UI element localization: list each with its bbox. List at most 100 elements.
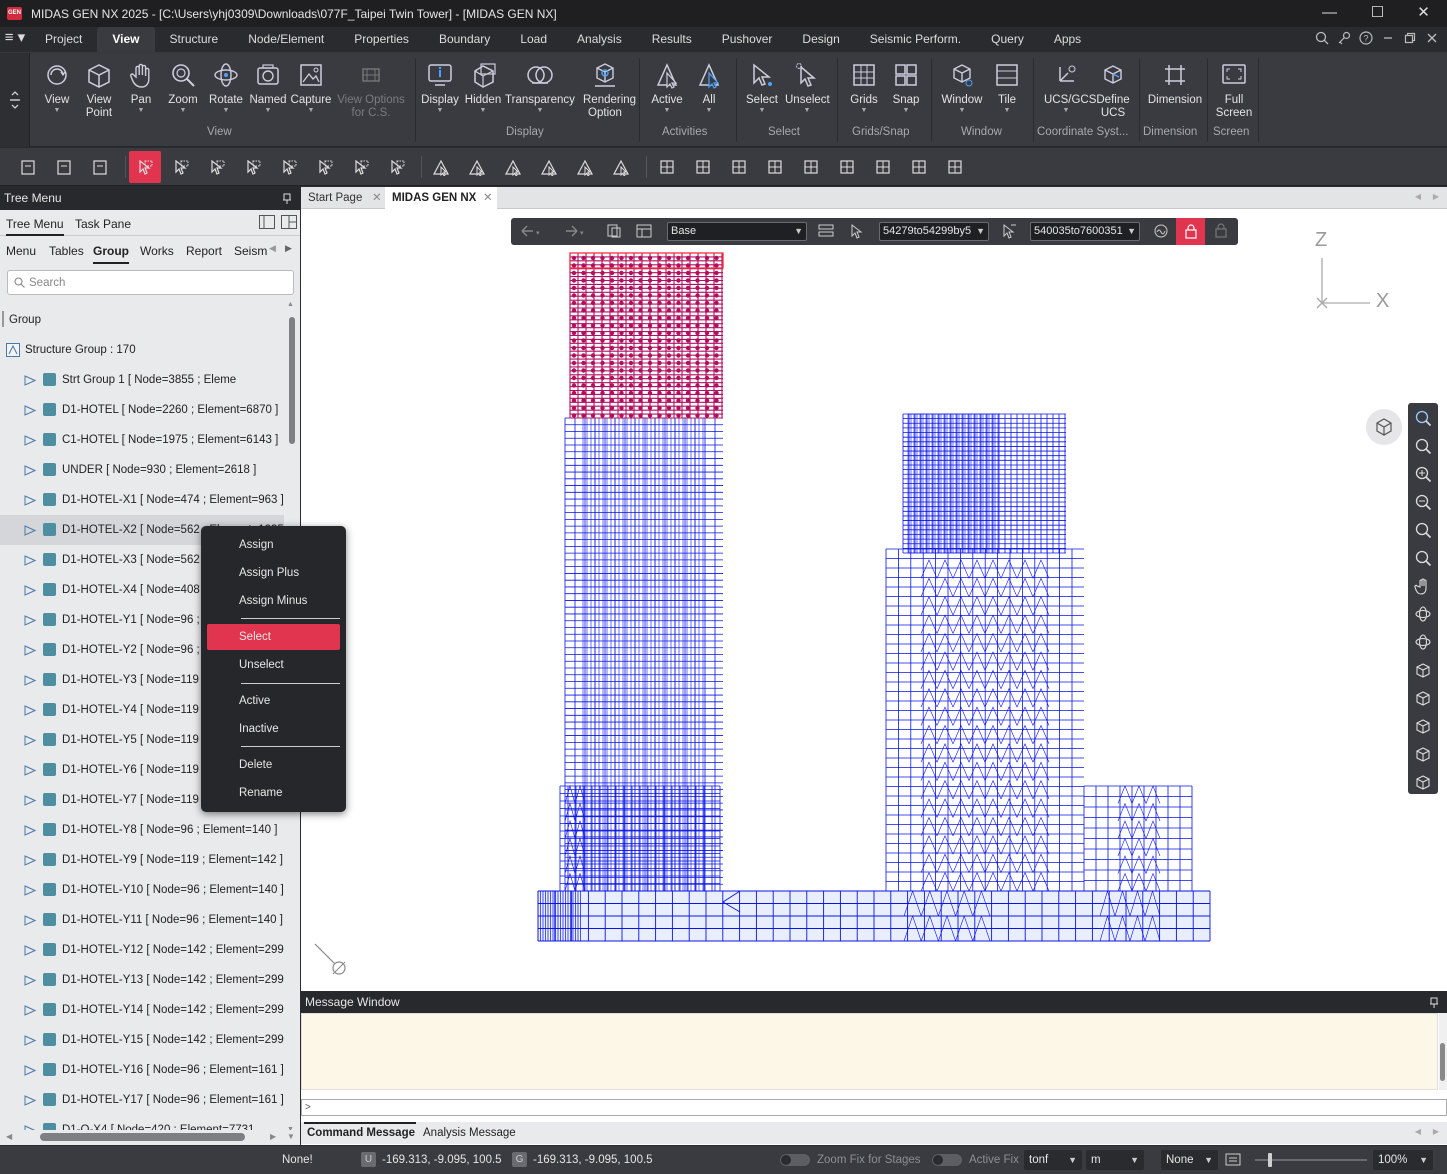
ribbon-rotate-button[interactable]: Rotate ▼ [204,59,248,114]
context-rename[interactable]: Rename [207,780,340,806]
subtab-scroll-left-icon[interactable]: ◀ [269,243,276,254]
tab-command-message[interactable]: Command Message [307,1127,415,1139]
wall-icon[interactable] [651,151,683,183]
doc-restore-icon[interactable] [1403,31,1419,45]
node-number-icon[interactable] [831,151,863,183]
tab-analysis-message[interactable]: Analysis Message [423,1127,516,1139]
zoom-out-icon[interactable] [1414,493,1432,511]
ribbon-zoom-button[interactable]: Zoom ▼ [161,59,205,114]
menu-tab-apps[interactable]: Apps [1039,27,1096,52]
length-unit-select[interactable]: m ▼ [1086,1150,1144,1170]
context-assign-plus[interactable]: Assign Plus [207,560,340,586]
menu-tab-properties[interactable]: Properties [339,27,424,52]
undo-icon[interactable]: ▾ [519,224,541,238]
context-assign-minus[interactable]: Assign Minus [207,588,340,614]
ribbon-rendering-button[interactable]: Rendering Option [583,59,636,120]
building-icon[interactable] [723,151,755,183]
ribbon-view-options-button[interactable]: View Options for C.S. [333,59,409,120]
zoom-fit-icon[interactable] [1414,409,1432,427]
hamburger-menu-button[interactable]: ≡ ▾ [0,26,30,52]
context-delete[interactable]: Delete [207,752,340,778]
select-node-icon[interactable] [849,223,865,239]
subtab-scroll-right-icon[interactable]: ▶ [285,243,292,254]
rotate-dynamic-icon[interactable] [1414,633,1432,651]
ribbon-snap-button[interactable]: Snap ▼ [884,59,928,114]
inactivate-icon[interactable] [461,151,493,183]
tree-item[interactable]: D1-HOTEL-Y8 [ Node=96 ; Element=140 ] [0,815,284,845]
zoom-in-icon[interactable] [1414,465,1432,483]
tree-item[interactable]: D1-HOTEL [ Node=2260 ; Element=6870 ] [0,395,284,425]
help-icon[interactable]: ? [1359,31,1375,45]
close-tab-icon[interactable]: ✕ [483,187,493,209]
active-fix-toggle[interactable] [932,1154,962,1166]
menu-tab-analysis[interactable]: Analysis [562,27,637,52]
filter-select[interactable]: None ▼ [1161,1150,1218,1170]
view-top-icon[interactable] [1414,745,1432,763]
view-left-icon[interactable] [1414,773,1432,791]
zoom-dynamic-icon[interactable] [1414,549,1432,567]
close-button[interactable]: ✕ [1400,0,1447,27]
ribbon-active-all-button[interactable]: All ▼ [687,59,731,114]
menu-tab-query[interactable]: Query [976,27,1039,52]
command-input[interactable]: > [301,1099,1447,1116]
context-inactive[interactable]: Inactive [207,716,340,742]
monitor-icon[interactable] [795,151,827,183]
ribbon-transparency-button[interactable]: Transparency ▼ [505,59,575,114]
ribbon-capture-button[interactable]: Capture ▼ [289,59,333,114]
force-unit-select[interactable]: tonf ▼ [1024,1150,1082,1170]
pan-icon[interactable] [1414,577,1432,595]
tree-item[interactable]: D1-HOTEL-Y12 [ Node=142 ; Element=299 ] [0,935,284,965]
stage-select[interactable]: Base ▼ [667,222,807,241]
tree-item[interactable]: D1-HOTEL-Y16 [ Node=96 ; Element=161 ] [0,1055,284,1085]
menu-tab-seismic[interactable]: Seismic Perform. [855,27,976,52]
select-by-id-icon[interactable] [381,151,413,183]
key-icon[interactable] [1337,31,1353,45]
tabs-scroll-right-icon[interactable]: ▶ [1433,192,1439,201]
menu-tab-structure[interactable]: Structure [155,27,234,52]
select-previous-icon[interactable] [345,151,377,183]
inverse-active-icon[interactable] [533,151,565,183]
view-iso-icon[interactable] [1414,689,1432,707]
ribbon-pan-hand-button[interactable]: Pan ▼ [119,59,163,114]
subtab-group[interactable]: Group [93,244,129,264]
menu-tab-project[interactable]: Project [30,27,97,52]
ribbon-tile-button[interactable]: Tile ▼ [985,59,1029,114]
ribbon-view-point-button[interactable]: ViewPoint▼ [77,59,121,120]
view-cube-button[interactable] [1366,409,1402,445]
query-icon[interactable] [1153,223,1169,239]
zoom-slider-thumb[interactable] [1268,1153,1272,1167]
model-viewport[interactable] [301,209,1447,991]
tree-item[interactable]: D1-HOTEL-Y14 [ Node=142 ; Element=299 ] [0,995,284,1025]
zoom-level-select[interactable]: 100% ▼ [1373,1150,1433,1170]
context-assign[interactable]: Assign [207,532,340,558]
zoom-window-icon[interactable] [1414,437,1432,455]
pin-icon[interactable] [1429,991,1439,1013]
grid-frame-icon[interactable] [687,151,719,183]
subtab-seism[interactable]: Seism [234,244,267,258]
tree-item[interactable]: D1-HOTEL-Y15 [ Node=142 ; Element=299 ] [0,1025,284,1055]
select-polygon-icon[interactable] [201,151,233,183]
rotate-icon[interactable] [1414,605,1432,623]
active-identity-icon[interactable] [605,151,637,183]
active-previous-icon[interactable] [569,151,601,183]
doc-close-icon[interactable] [1425,31,1441,45]
select-volume-icon[interactable] [309,151,341,183]
select-pointer-icon[interactable] [129,151,161,183]
menu-tab-boundary[interactable]: Boundary [424,27,505,52]
ribbon-active-button[interactable]: Active ▼ [645,59,689,114]
copy-view-icon[interactable] [606,223,622,239]
subtab-works[interactable]: Works [140,244,174,258]
tree-item[interactable]: D1-HOTEL-Y9 [ Node=119 ; Element=142 ] [0,845,284,875]
tree-item[interactable]: D1-HOTEL-Y10 [ Node=96 ; Element=140 ] [0,875,284,905]
tab-tree-menu[interactable]: Tree Menu [6,217,64,231]
menu-tab-load[interactable]: Load [505,27,562,52]
tab-task-pane[interactable]: Task Pane [75,217,131,231]
tree-scroll-thumb[interactable] [289,317,295,444]
tree-item[interactable]: D1-HOTEL-Y11 [ Node=96 ; Element=140 ] [0,905,284,935]
maximize-button[interactable]: ☐ [1354,0,1401,27]
polygon-select-icon[interactable] [903,151,935,183]
tab-midas-gen-nx[interactable]: MIDAS GEN NX ✕ [385,187,497,209]
tree-item[interactable]: Strt Group 1 [ Node=3855 ; Eleme [0,365,284,395]
ribbon-side-pin[interactable] [0,53,30,147]
element-number-icon[interactable] [867,151,899,183]
